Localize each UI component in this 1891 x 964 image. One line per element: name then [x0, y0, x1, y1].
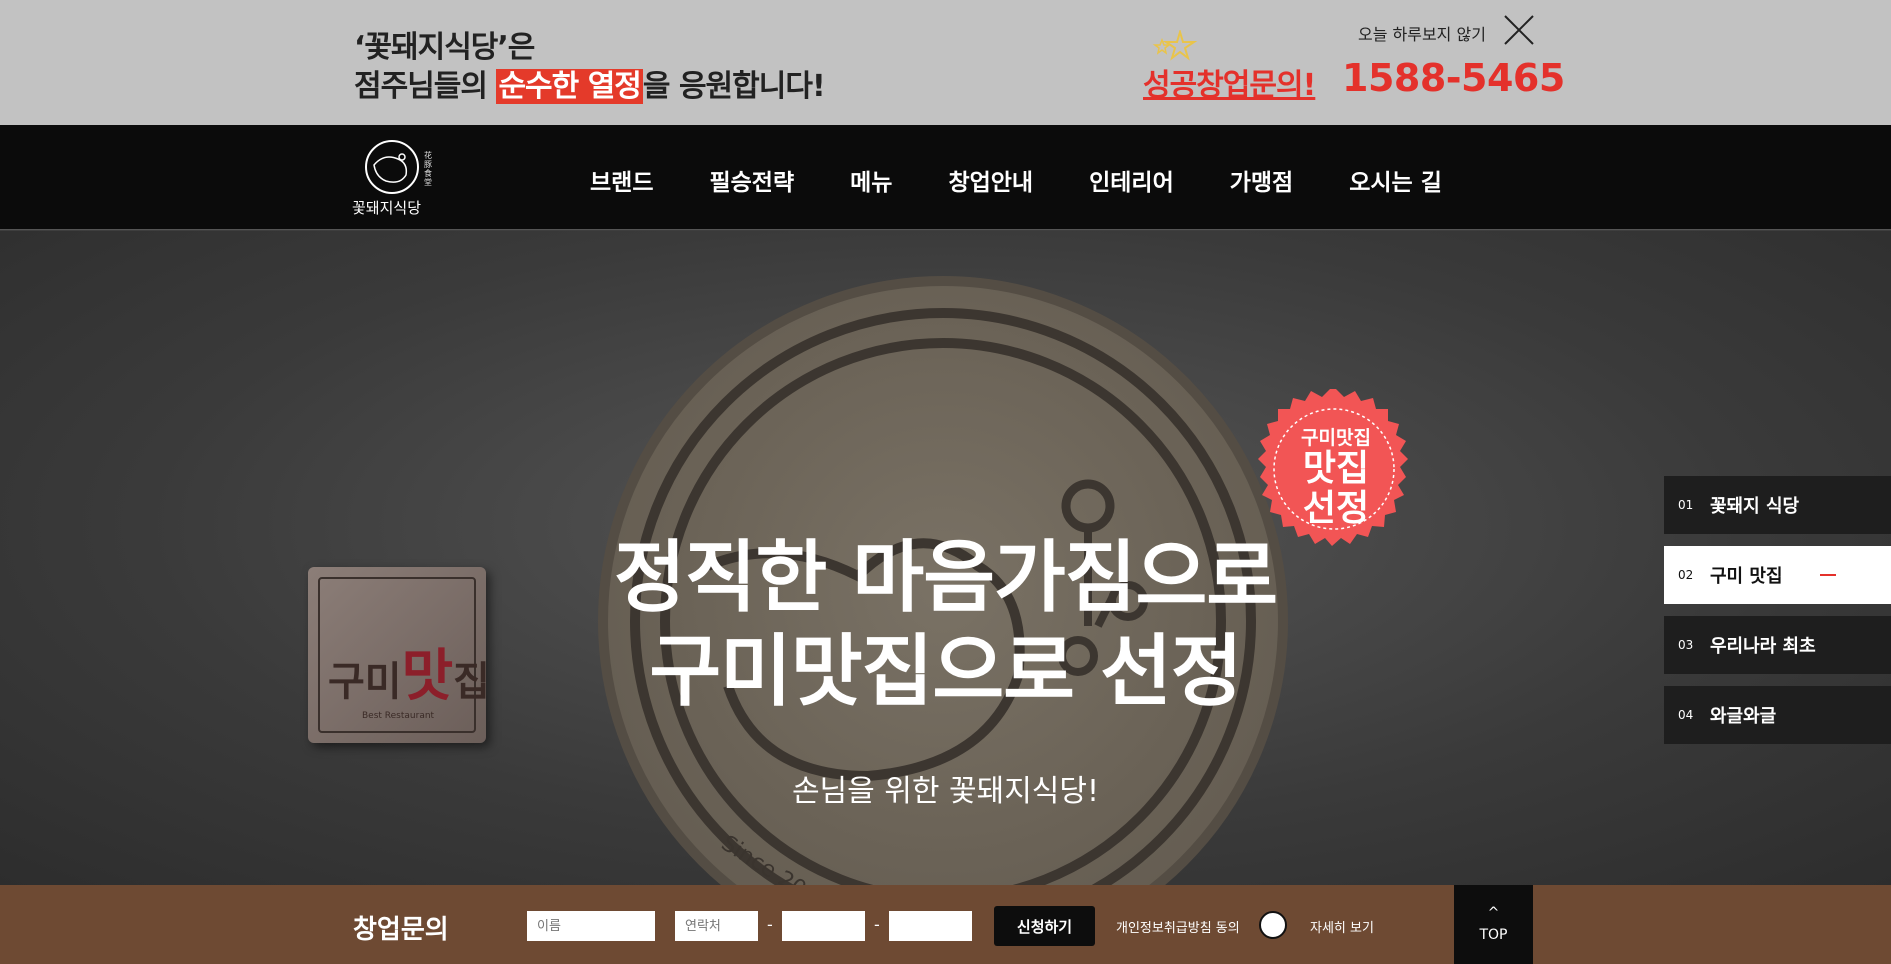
badge-line2: 선정	[1302, 488, 1370, 529]
promo-line2-pre: 점주님들의	[354, 69, 497, 104]
menu-item-brand[interactable]: 브랜드	[590, 163, 653, 197]
hero-subtitle: 손님을 위한 꽃돼지식당!	[791, 774, 1100, 809]
phone-dash-2: -	[874, 915, 880, 934]
slide-indicator-num: 02	[1678, 568, 1694, 582]
badge-top-text: 구미맛집	[1301, 427, 1371, 449]
main-nav: 花豚食堂 꽃돼지식당 브랜드 필승전략 메뉴 창업안내 인테리어 가맹점 오시는…	[0, 125, 1891, 230]
slide-indicator-num: 04	[1678, 708, 1694, 722]
slide-indicator-1[interactable]: 01 꽃돼지 식당	[1664, 476, 1891, 534]
slide-indicator-num: 01	[1678, 498, 1694, 512]
privacy-detail-link[interactable]: 자세히 보기	[1310, 917, 1374, 936]
slide-indicator-2[interactable]: 02 구미 맛집	[1664, 546, 1891, 604]
badge-main-text: 맛집 선정	[1246, 449, 1426, 529]
submit-button[interactable]: 신청하기	[994, 906, 1095, 946]
menu-item-menu[interactable]: 메뉴	[850, 163, 892, 197]
menu-item-directions[interactable]: 오시는 길	[1349, 163, 1442, 197]
privacy-consent-label: 개인정보취급방침 동의	[1116, 921, 1240, 936]
name-input[interactable]	[527, 911, 655, 941]
phone-input-3[interactable]	[889, 911, 972, 941]
close-icon[interactable]	[1503, 14, 1535, 46]
slide-indicator-4[interactable]: 04 와글와글	[1664, 686, 1891, 744]
hero-title: 정직한 마음가짐으로 구미맛집으로 선정	[0, 531, 1891, 719]
menu-item-startup-guide[interactable]: 창업안내	[948, 163, 1033, 197]
menu-item-strategy[interactable]: 필승전략	[709, 163, 794, 197]
logo-text: 꽃돼지식당	[352, 199, 422, 217]
phone-input-1[interactable]	[675, 911, 758, 941]
inquiry-bar: 창업문의 - - 신청하기 개인정보취급방침 동의 자세히 보기 ^ TOP	[0, 885, 1891, 964]
menu: 브랜드 필승전략 메뉴 창업안내 인테리어 가맹점 오시는 길	[590, 163, 1498, 197]
privacy-consent-radio[interactable]	[1259, 911, 1287, 939]
logo[interactable]: 花豚食堂 꽃돼지식당	[352, 139, 438, 219]
scroll-top-button[interactable]: ^ TOP	[1454, 885, 1533, 964]
promo-line2-post: 을 응원합니다!	[642, 69, 826, 104]
slide-indicator-label: 와글와글	[1710, 706, 1777, 727]
pig-logo-icon	[365, 140, 419, 194]
phone-number[interactable]: 1588-5465	[1342, 56, 1565, 100]
promo-subheadline: 점주님들의 순수한 열정을 응원합니다!	[354, 61, 826, 105]
top-label: TOP	[1479, 927, 1508, 943]
promo-banner: ‘꽃돼지식당’은 점주님들의 순수한 열정을 응원합니다! 성공창업문의! 15…	[0, 0, 1891, 125]
phone-dash-1: -	[767, 915, 773, 934]
menu-item-interior[interactable]: 인테리어	[1089, 163, 1174, 197]
slide-indicator-label: 우리나라 최초	[1710, 636, 1816, 657]
phone-input-2[interactable]	[782, 911, 865, 941]
slide-indicator-label: 꽃돼지 식당	[1710, 496, 1800, 517]
inquiry-title: 창업문의	[353, 915, 449, 945]
hero-title-line2: 구미맛집으로 선정	[649, 627, 1242, 717]
slide-indicator-num: 03	[1678, 638, 1694, 652]
slide-indicator-label: 구미 맛집	[1710, 566, 1783, 587]
startup-inquiry-cta[interactable]: 성공창업문의!	[1143, 60, 1316, 104]
chevron-up-icon: ^	[1487, 905, 1500, 921]
hero-title-line1: 정직한 마음가짐으로	[614, 533, 1278, 623]
badge-line1: 맛집	[1302, 448, 1370, 489]
hero-slide: 구미맛집 Best Restaurant 구미맛집 맛집 선정 정직한 마음가짐…	[0, 231, 1891, 885]
promo-headline: ‘꽃돼지식당’은	[354, 30, 535, 65]
menu-item-franchise[interactable]: 가맹점	[1230, 163, 1293, 197]
slide-indicator-3[interactable]: 03 우리나라 최초	[1664, 616, 1891, 674]
slide-indicators: 01 꽃돼지 식당 02 구미 맛집 03 우리나라 최초 04 와글와글	[1664, 476, 1891, 756]
active-dash-icon	[1820, 574, 1836, 576]
promo-highlight: 순수한 열정	[496, 69, 643, 104]
hide-today-label[interactable]: 오늘 하루보지 않기	[1358, 21, 1486, 45]
logo-hanja: 花豚食堂	[424, 151, 432, 187]
